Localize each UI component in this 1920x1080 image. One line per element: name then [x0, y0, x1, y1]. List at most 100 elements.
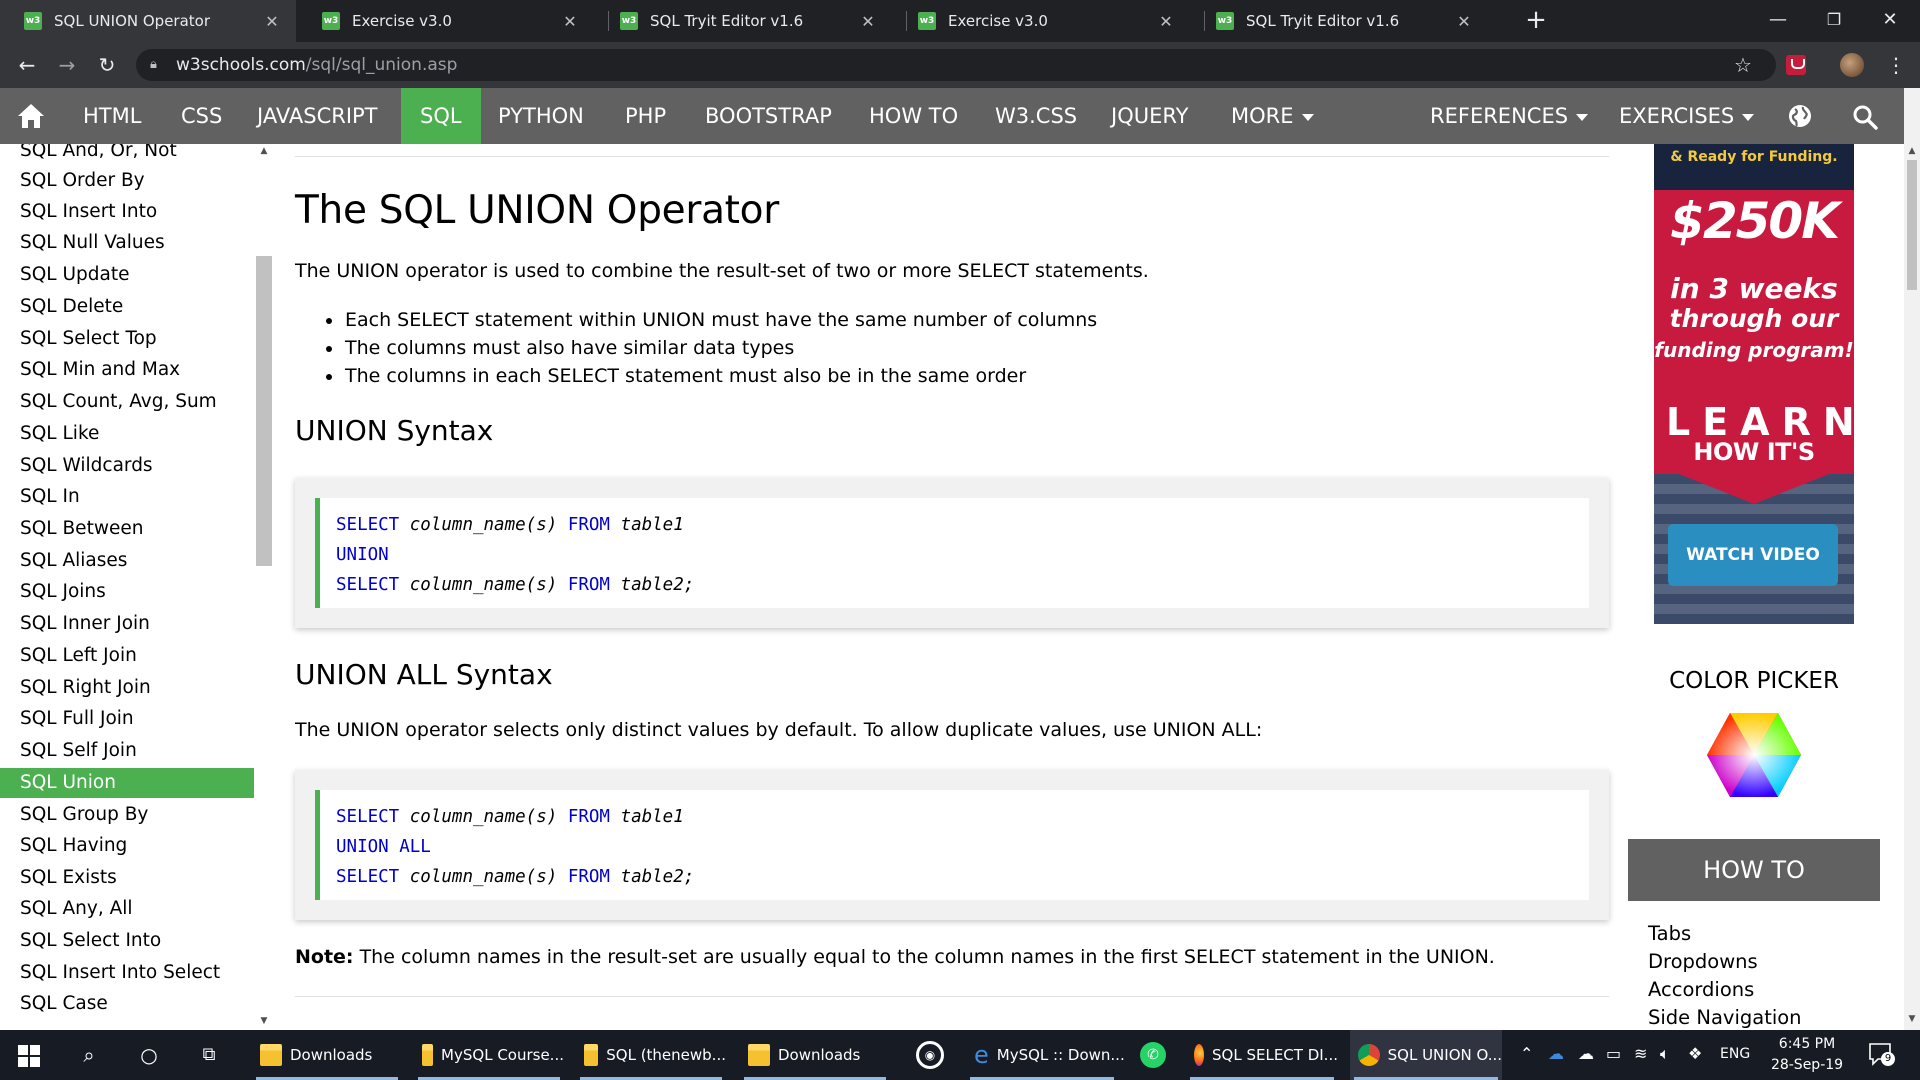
dropbox-icon[interactable]: ❖ [1688, 1044, 1702, 1063]
nav-references[interactable]: REFERENCES [1411, 88, 1607, 144]
sidebar-item[interactable]: SQL And, Or, Not [0, 144, 254, 166]
nav-exercises[interactable]: EXERCISES [1600, 88, 1773, 144]
volume-icon[interactable]: 🔈︎ [1660, 1044, 1670, 1064]
taskbar-app[interactable]: MySQL Course... [414, 1030, 564, 1080]
sidebar-item[interactable]: SQL Having [0, 831, 254, 861]
sidebar-item[interactable]: SQL Delete [0, 292, 254, 322]
avatar[interactable] [1840, 53, 1864, 77]
onedrive-icon[interactable]: ☁ [1548, 1044, 1564, 1063]
sidebar-item-active[interactable]: SQL Union [0, 768, 254, 798]
whatsapp-icon[interactable]: ✆ [1140, 1042, 1166, 1068]
scroll-up-icon[interactable]: ▲ [254, 146, 274, 156]
sidebar-item[interactable]: SQL Null Values [0, 228, 254, 258]
scroll-thumb[interactable] [1907, 160, 1917, 290]
scroll-down-icon[interactable]: ▼ [254, 1016, 274, 1026]
browser-tab[interactable]: w3 SQL Tryit Editor v1.6 ✕ [1192, 0, 1488, 42]
chevron-up-icon[interactable]: ⌃ [1520, 1044, 1533, 1063]
nav-more[interactable]: MORE [1212, 88, 1333, 144]
color-picker-title[interactable]: COLOR PICKER [1620, 668, 1888, 694]
sidebar-item[interactable]: SQL Count, Avg, Sum [0, 387, 254, 417]
battery-icon[interactable]: ▭ [1606, 1044, 1621, 1063]
sidebar-item[interactable]: SQL In [0, 482, 254, 512]
sidebar-item[interactable]: SQL Order By [0, 166, 254, 196]
taskbar-app[interactable]: SQL UNION O... [1350, 1030, 1502, 1080]
sidebar-item[interactable]: SQL Aliases [0, 546, 254, 576]
taskbar-app[interactable]: SQL (thenewb... [576, 1030, 726, 1080]
close-tab-icon[interactable]: ✕ [1154, 12, 1178, 31]
scroll-down-icon[interactable]: ▼ [1904, 1014, 1920, 1024]
wifi-icon[interactable]: ≋ [1634, 1044, 1647, 1063]
close-window-icon[interactable]: ✕ [1860, 0, 1920, 42]
sidebar-item[interactable]: SQL Insert Into [0, 197, 254, 227]
page-scrollbar[interactable]: ▲ ▼ [1904, 88, 1920, 1030]
sidebar-item[interactable]: SQL Wildcards [0, 451, 254, 481]
nav-jquery[interactable]: JQUERY [1092, 88, 1207, 144]
browser-tab[interactable]: w3 Exercise v3.0 ✕ [298, 0, 594, 42]
forward-icon[interactable]: → [52, 50, 82, 80]
close-tab-icon[interactable]: ✕ [558, 12, 582, 31]
camera-app-icon[interactable]: ◉ [916, 1041, 944, 1069]
sidebar-item[interactable]: SQL Full Join [0, 704, 254, 734]
home-icon[interactable] [16, 102, 46, 130]
sidebar-item[interactable]: SQL Left Join [0, 641, 254, 671]
sidebar-item[interactable]: SQL Between [0, 514, 254, 544]
sidebar-item[interactable]: SQL Like [0, 419, 254, 449]
reload-icon[interactable]: ↻ [92, 50, 122, 80]
new-tab-icon[interactable]: + [1520, 5, 1552, 37]
sidebar-item[interactable]: SQL Right Join [0, 673, 254, 703]
nav-sql[interactable]: SQL [401, 88, 481, 144]
nav-how-to[interactable]: HOW TO [850, 88, 977, 144]
taskbar-app[interactable]: Downloads [252, 1030, 402, 1080]
notification-center-icon[interactable]: 9 [1868, 1042, 1895, 1066]
sidebar-item[interactable]: SQL Insert Into Select [0, 958, 254, 988]
system-clock[interactable]: 6:45 PM 28-Sep-19 [1766, 1034, 1848, 1076]
taskbar-app[interactable]: Downloads [740, 1030, 890, 1080]
sidebar-item[interactable]: SQL Joins [0, 577, 254, 607]
sidebar-item[interactable]: SQL Case [0, 989, 254, 1019]
scroll-up-icon[interactable]: ▲ [1904, 146, 1920, 156]
nav-php[interactable]: PHP [606, 88, 685, 144]
sidebar-item[interactable]: SQL Update [0, 260, 254, 290]
browser-tab[interactable]: w3 SQL Tryit Editor v1.6 ✕ [596, 0, 892, 42]
sidebar-item[interactable]: SQL Group By [0, 800, 254, 830]
cloud-icon[interactable]: ☁ [1578, 1044, 1594, 1063]
cortana-icon[interactable]: ○ [136, 1042, 162, 1068]
taskbar-app[interactable]: e MySQL :: Down... [966, 1030, 1125, 1080]
task-view-icon[interactable]: ⧉ [196, 1042, 222, 1068]
windows-start-icon[interactable] [18, 1045, 40, 1067]
howto-link[interactable]: Accordions [1648, 978, 1754, 1001]
taskbar-app[interactable]: SQL SELECT DI... [1186, 1030, 1338, 1080]
howto-link[interactable]: Tabs [1648, 922, 1691, 945]
browser-tab[interactable]: w3 Exercise v3.0 ✕ [894, 0, 1190, 42]
close-tab-icon[interactable]: ✕ [260, 12, 284, 31]
scroll-thumb[interactable] [256, 256, 272, 566]
nav-w3css[interactable]: W3.CSS [976, 88, 1096, 144]
nav-bootstrap[interactable]: BOOTSTRAP [686, 88, 851, 144]
sidebar-item[interactable]: SQL Exists [0, 863, 254, 893]
close-tab-icon[interactable]: ✕ [856, 12, 880, 31]
close-tab-icon[interactable]: ✕ [1452, 12, 1476, 31]
sidebar-item[interactable]: SQL Self Join [0, 736, 254, 766]
color-wheel-icon[interactable] [1706, 712, 1802, 798]
search-icon[interactable] [1852, 104, 1878, 130]
nav-html[interactable]: HTML [64, 88, 160, 144]
sidebar-item[interactable]: SQL Min and Max [0, 355, 254, 385]
extension-icon[interactable] [1786, 55, 1806, 75]
nav-javascript[interactable]: JAVASCRIPT [238, 88, 397, 144]
language-indicator[interactable]: ENG [1720, 1046, 1750, 1062]
sidebar-item[interactable]: SQL Select Top [0, 324, 254, 354]
search-icon[interactable]: ⌕ [76, 1042, 102, 1068]
sidebar-item[interactable]: SQL Any, All [0, 894, 254, 924]
star-icon[interactable]: ☆ [1734, 49, 1752, 81]
howto-link[interactable]: Side Navigation [1648, 1006, 1802, 1029]
back-icon[interactable]: ← [12, 50, 42, 80]
nav-python[interactable]: PYTHON [479, 88, 603, 144]
sidebar-scrollbar[interactable]: ▲ ▼ [254, 144, 274, 1030]
browser-tab[interactable]: w3 SQL UNION Operator ✕ [0, 0, 296, 42]
advertisement-banner[interactable]: & Ready for Funding. $250K in 3 weeks th… [1654, 144, 1854, 624]
menu-icon[interactable]: ⋮ [1886, 49, 1906, 81]
minimize-icon[interactable]: — [1748, 0, 1808, 42]
watch-video-button[interactable]: WATCH VIDEO [1668, 524, 1838, 586]
nav-css[interactable]: CSS [162, 88, 241, 144]
url-field[interactable]: 🔒︎ w3schools.com/sql/sql_union.asp [136, 49, 1776, 81]
